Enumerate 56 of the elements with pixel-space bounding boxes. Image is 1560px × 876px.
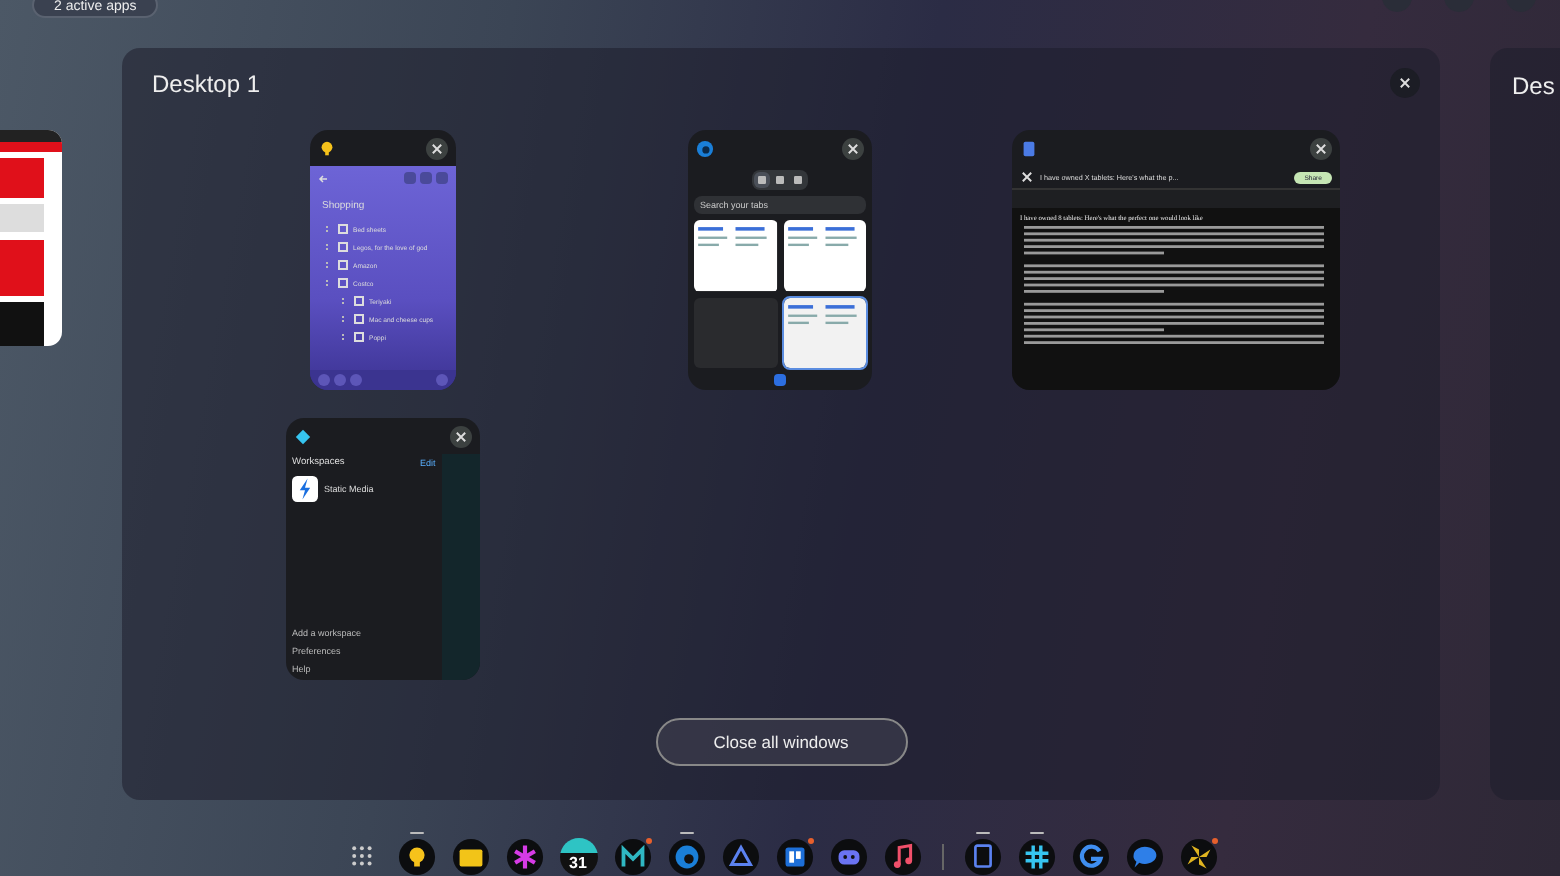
close-icon (1398, 76, 1412, 90)
folder-icon[interactable] (451, 837, 489, 875)
controller-icon[interactable] (829, 837, 867, 875)
checkbox[interactable] (337, 224, 347, 234)
desktop-title: Des (1512, 72, 1555, 100)
checkbox[interactable] (353, 332, 363, 342)
close-icon (1314, 141, 1328, 155)
close-icon (454, 429, 468, 443)
close-button[interactable] (1390, 68, 1420, 98)
drag-handle-icon (326, 262, 331, 268)
view-tab[interactable] (790, 172, 806, 188)
checkbox[interactable] (353, 296, 363, 306)
view-tab[interactable] (754, 172, 770, 188)
view-tab[interactable] (772, 172, 788, 188)
hash-icon[interactable] (1017, 837, 1055, 875)
drag-handle-icon (326, 244, 331, 250)
pinwheel-icon[interactable] (1179, 837, 1217, 875)
lightning-icon (292, 476, 318, 502)
new-tab-button[interactable] (774, 374, 786, 386)
checkbox[interactable] (337, 278, 347, 288)
asterisk-icon[interactable] (505, 837, 543, 875)
music-note-icon[interactable] (883, 837, 921, 875)
close-button[interactable] (842, 137, 864, 159)
close-button[interactable] (450, 425, 472, 447)
lightbulb-icon[interactable] (397, 837, 435, 875)
desktop-title: Desktop 1 (152, 69, 261, 97)
checkbox[interactable] (353, 314, 363, 324)
back-arrow-icon[interactable] (318, 173, 328, 183)
app-grid-icon[interactable] (351, 845, 373, 867)
tab-preview[interactable] (783, 297, 866, 368)
drag-handle-icon (342, 316, 347, 322)
close-icon (1020, 170, 1034, 184)
drag-handle-icon (326, 226, 331, 232)
document-icon (1020, 139, 1038, 157)
checkbox[interactable] (337, 242, 347, 252)
close-button[interactable] (426, 137, 448, 159)
drag-handle-icon (342, 298, 347, 304)
m-logo-icon[interactable] (613, 837, 651, 875)
close-all-windows-button[interactable]: Close all windows (655, 718, 907, 766)
close-button[interactable] (1310, 137, 1332, 159)
chat-bubble-icon[interactable] (1125, 837, 1163, 875)
tab-preview[interactable] (694, 220, 777, 291)
board-icon[interactable] (775, 837, 813, 875)
slack-icon (294, 427, 312, 445)
close-icon (430, 141, 444, 155)
close-icon (846, 141, 860, 155)
checkbox[interactable] (337, 260, 347, 270)
document-icon[interactable] (963, 837, 1001, 875)
edge-icon (696, 139, 714, 157)
calendar-icon[interactable]: 31 (559, 837, 597, 875)
tab-preview[interactable] (783, 220, 866, 291)
g-logo-icon[interactable] (1071, 837, 1109, 875)
drag-handle-icon (342, 334, 347, 340)
edge-icon[interactable] (667, 837, 705, 875)
lightbulb-icon (318, 139, 336, 157)
drag-handle-icon (326, 280, 331, 286)
